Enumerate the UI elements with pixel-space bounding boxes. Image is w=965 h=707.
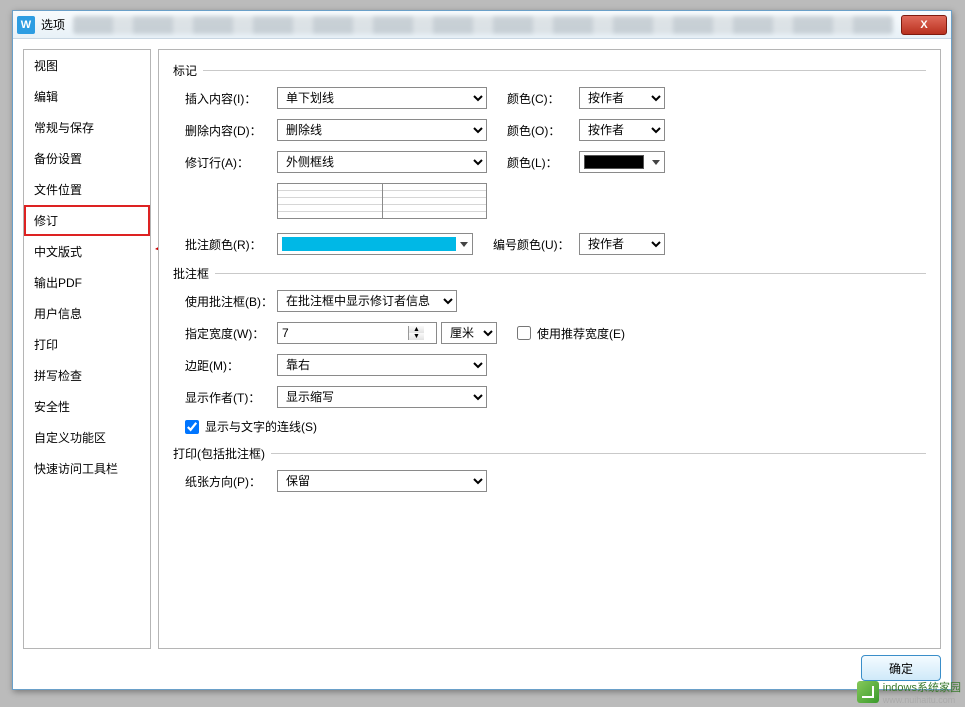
sidebar-item-backup[interactable]: 备份设置	[24, 143, 150, 174]
width-spinner[interactable]: ▲▼	[277, 322, 437, 344]
category-sidebar: 视图 编辑 常规与保存 备份设置 文件位置 修订 中文版式 输出PDF 用户信息…	[23, 49, 151, 649]
watermark-url: www.nuihaitu.com	[883, 695, 961, 705]
author-label: 显示作者(T)：	[185, 389, 277, 406]
group-balloon-title: 批注框	[173, 265, 209, 282]
group-mark-title: 标记	[173, 62, 197, 79]
client-area: 视图 编辑 常规与保存 备份设置 文件位置 修订 中文版式 输出PDF 用户信息…	[13, 39, 951, 689]
colorL-label: 颜色(L)：	[507, 154, 579, 171]
window-title: 选项	[41, 16, 65, 33]
use-balloon-label: 使用批注框(B)：	[185, 293, 277, 310]
width-label: 指定宽度(W)：	[185, 325, 277, 342]
colorO-combo[interactable]: 按作者	[579, 119, 665, 141]
colorC-combo[interactable]: 按作者	[579, 87, 665, 109]
colorL-combo[interactable]	[579, 151, 665, 173]
recommended-width-label: 使用推荐宽度(E)	[537, 325, 625, 342]
color-swatch	[584, 155, 644, 169]
close-icon: X	[920, 19, 927, 31]
colorO-label: 颜色(O)：	[507, 122, 579, 139]
sidebar-item-view[interactable]: 视图	[24, 50, 150, 81]
app-icon: W	[17, 16, 35, 34]
colorC-label: 颜色(C)：	[507, 90, 579, 107]
settings-panel: 标记 插入内容(I)： 单下划线 颜色(C)： 按作者 删除内容(D)： 删除线…	[158, 49, 941, 649]
commentcolor-label: 批注颜色(R)：	[185, 236, 277, 253]
sidebar-item-revision[interactable]: 修订	[24, 205, 150, 236]
numcolor-combo[interactable]: 按作者	[579, 233, 665, 255]
revision-preview	[277, 183, 487, 219]
sidebar-item-cn-layout[interactable]: 中文版式	[24, 236, 150, 267]
close-button[interactable]: X	[901, 15, 947, 35]
spin-down-icon[interactable]: ▼	[409, 333, 424, 340]
margin-combo[interactable]: 靠右	[277, 354, 487, 376]
sidebar-item-print[interactable]: 打印	[24, 329, 150, 360]
chevron-down-icon	[460, 242, 468, 247]
margin-label: 边距(M)：	[185, 357, 277, 374]
sidebar-item-file-location[interactable]: 文件位置	[24, 174, 150, 205]
numcolor-label: 编号颜色(U)：	[493, 236, 579, 253]
insert-combo[interactable]: 单下划线	[277, 87, 487, 109]
recommended-width-check[interactable]	[517, 326, 531, 340]
dialog-footer: 确定	[23, 653, 941, 683]
width-unit-combo[interactable]: 厘米	[441, 322, 497, 344]
background-blur	[73, 16, 893, 34]
orient-label: 纸张方向(P)：	[185, 473, 277, 490]
delete-label: 删除内容(D)：	[185, 122, 277, 139]
sidebar-item-quick-access[interactable]: 快速访问工具栏	[24, 453, 150, 484]
group-print: 打印(包括批注框) 纸张方向(P)： 保留	[173, 445, 926, 492]
connect-line-check[interactable]	[185, 420, 199, 434]
sidebar-item-edit[interactable]: 编辑	[24, 81, 150, 112]
options-dialog: W 选项 X 视图 编辑 常规与保存 备份设置 文件位置 修订 中文版式 输出P…	[12, 10, 952, 690]
revline-label: 修订行(A)：	[185, 154, 277, 171]
delete-combo[interactable]: 删除线	[277, 119, 487, 141]
title-bar: W 选项 X	[13, 11, 951, 39]
color-swatch	[282, 237, 456, 251]
author-combo[interactable]: 显示缩写	[277, 386, 487, 408]
sidebar-item-general-save[interactable]: 常规与保存	[24, 112, 150, 143]
orient-combo[interactable]: 保留	[277, 470, 487, 492]
insert-label: 插入内容(I)：	[185, 90, 277, 107]
sidebar-item-security[interactable]: 安全性	[24, 391, 150, 422]
width-input[interactable]	[278, 323, 408, 343]
sidebar-item-user-info[interactable]: 用户信息	[24, 298, 150, 329]
sidebar-item-custom-ribbon[interactable]: 自定义功能区	[24, 422, 150, 453]
spin-up-icon[interactable]: ▲	[409, 326, 424, 333]
chevron-down-icon	[652, 160, 660, 165]
sidebar-item-export-pdf[interactable]: 输出PDF	[24, 267, 150, 298]
ok-button[interactable]: 确定	[861, 655, 941, 681]
group-print-title: 打印(包括批注框)	[173, 445, 265, 462]
group-balloon: 批注框 使用批注框(B)： 在批注框中显示修订者信息 指定宽度(W)： ▲▼ 厘…	[173, 265, 926, 435]
watermark-text: indows系统家园	[883, 682, 961, 694]
connect-line-label: 显示与文字的连线(S)	[205, 418, 317, 435]
sidebar-item-spellcheck[interactable]: 拼写检查	[24, 360, 150, 391]
watermark: indows系统家园 www.nuihaitu.com	[857, 679, 961, 705]
group-mark: 标记 插入内容(I)： 单下划线 颜色(C)： 按作者 删除内容(D)： 删除线…	[173, 62, 926, 255]
watermark-logo-icon	[857, 681, 879, 703]
revline-combo[interactable]: 外侧框线	[277, 151, 487, 173]
use-balloon-combo[interactable]: 在批注框中显示修订者信息	[277, 290, 457, 312]
commentcolor-combo[interactable]	[277, 233, 473, 255]
